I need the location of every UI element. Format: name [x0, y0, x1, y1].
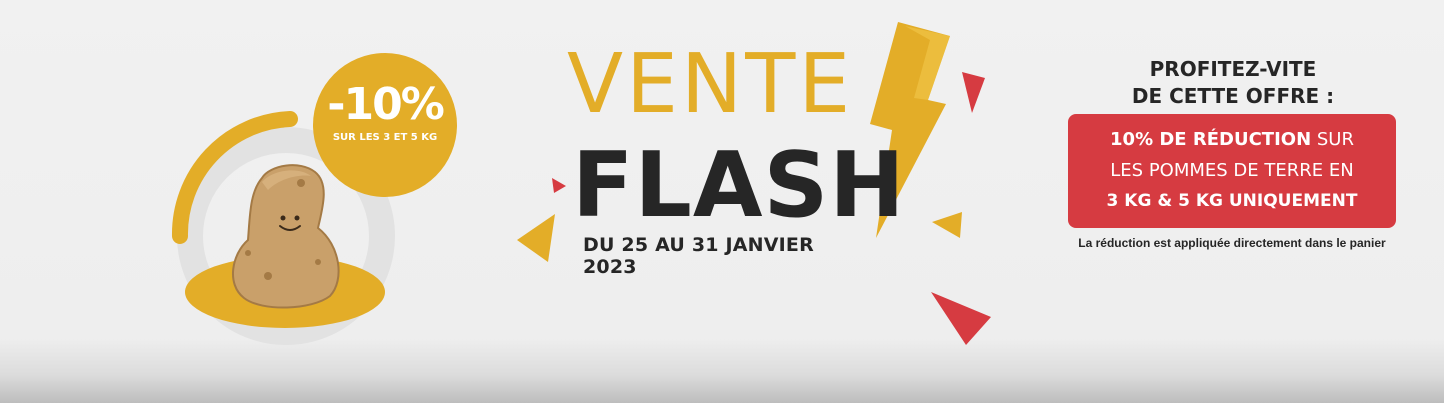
discount-badge: -10% SUR LES 3 ET 5 KG [313, 53, 457, 197]
offer-line1-bold: 10% DE RÉDUCTION [1110, 129, 1312, 150]
offer-line2: LES POMMES DE TERRE EN [1110, 160, 1354, 181]
discount-percent: -10% [327, 79, 445, 130]
triangle-decoration [962, 72, 985, 113]
triangle-decoration [932, 212, 962, 238]
headline-vente: VENTE [567, 37, 854, 132]
offer-line1: 10% DE RÉDUCTION SUR [1068, 128, 1396, 152]
triangle-decoration [552, 178, 566, 193]
promo-banner[interactable]: -10% SUR LES 3 ET 5 KG VENTE FLASH DU 25… [0, 0, 1444, 403]
discount-subtitle: SUR LES 3 ET 5 KG [332, 132, 438, 143]
sale-dates: DU 25 AU 31 JANVIER 2023 [583, 234, 814, 278]
offer-intro-line2: DE CETTE OFFRE : [1131, 84, 1335, 108]
headline-flash: FLASH [572, 133, 906, 238]
offer-line3: 3 KG & 5 KG UNIQUEMENT [1106, 191, 1358, 211]
offer-box: 10% DE RÉDUCTION SUR LES POMMES DE TERRE… [1068, 114, 1396, 228]
potato-mascot-icon [231, 164, 340, 309]
offer-line1-rest: SUR [1311, 129, 1354, 150]
triangle-decoration [517, 214, 555, 262]
offer-intro: PROFITEZ-VITE DE CETTE OFFRE : [1080, 56, 1386, 110]
triangle-decoration [931, 292, 991, 345]
offer-note: La réduction est appliquée directement d… [1078, 236, 1386, 250]
offer-intro-line1: PROFITEZ-VITE [1149, 57, 1317, 81]
